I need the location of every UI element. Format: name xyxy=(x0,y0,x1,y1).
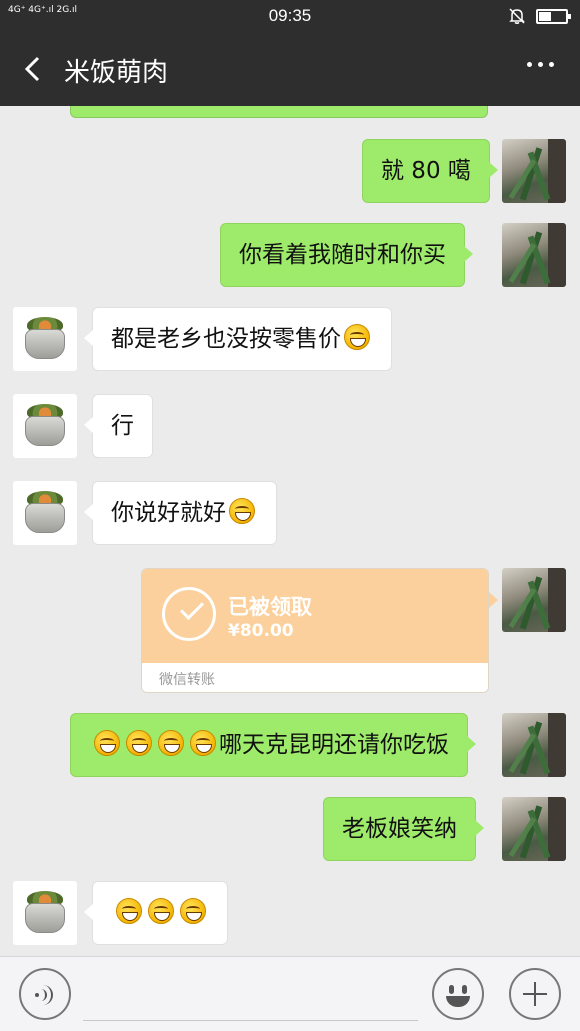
contact-avatar[interactable] xyxy=(13,881,77,945)
partial-message-bubble xyxy=(70,106,488,118)
status-time: 09:35 xyxy=(268,6,312,25)
message-text: 都是老乡也没按零售价 xyxy=(111,326,341,352)
chat-header: 米饭萌肉 xyxy=(0,32,580,106)
contact-avatar[interactable] xyxy=(13,394,77,458)
grin-emoji-icon xyxy=(190,730,216,756)
mute-bell-icon xyxy=(509,8,525,24)
transfer-amount: ¥80.00 xyxy=(228,621,294,641)
message-text: 你说好就好 xyxy=(111,500,226,526)
contact-avatar[interactable] xyxy=(13,481,77,545)
transfer-label: 微信转账 xyxy=(159,672,215,688)
voice-icon[interactable] xyxy=(19,968,71,1020)
grin-emoji-icon xyxy=(158,730,184,756)
grin-emoji-icon xyxy=(229,498,255,524)
message-text: 哪天克昆明还请你吃饭 xyxy=(219,732,449,758)
message-bubble-them[interactable]: 你说好就好 xyxy=(84,481,277,545)
message-input[interactable] xyxy=(83,973,418,1021)
bubble-tail xyxy=(489,592,498,608)
message-bubble-me[interactable]: 老板娘笑纳 xyxy=(323,797,484,861)
message-bubble-them[interactable]: 都是老乡也没按零售价 xyxy=(84,307,392,371)
grin-emoji-icon xyxy=(94,730,120,756)
more-dots-icon[interactable] xyxy=(527,62,554,67)
grin-emoji-icon xyxy=(344,324,370,350)
my-avatar[interactable] xyxy=(502,713,566,777)
message-bubble-me[interactable]: 你看着我随时和你买 xyxy=(220,223,473,287)
battery-icon xyxy=(536,8,571,24)
message-bubble-them[interactable]: 行 xyxy=(84,394,153,458)
my-avatar[interactable] xyxy=(502,568,566,632)
chat-title: 米饭萌肉 xyxy=(64,58,169,88)
my-avatar[interactable] xyxy=(502,223,566,287)
input-bar xyxy=(0,956,580,1031)
smiley-icon[interactable] xyxy=(432,968,484,1020)
grin-emoji-icon xyxy=(126,730,152,756)
contact-avatar[interactable] xyxy=(13,307,77,371)
status-bar: 4G⁺ 4G⁺.ıl 2G.ıl 09:35 xyxy=(0,0,580,32)
transfer-status: 已被领取 xyxy=(228,595,312,619)
plus-icon[interactable] xyxy=(509,968,561,1020)
chevron-left-icon[interactable] xyxy=(18,52,52,86)
check-circle-icon xyxy=(162,587,216,641)
my-avatar[interactable] xyxy=(502,797,566,861)
chat-area[interactable]: 就 80 噶 你看着我随时和你买 都是老乡也没按零售价 行 你说好就好 已被领取… xyxy=(0,106,580,956)
transfer-card[interactable]: 已被领取 ¥80.00 微信转账 xyxy=(141,568,489,693)
message-bubble-them[interactable] xyxy=(84,881,228,945)
my-avatar[interactable] xyxy=(502,139,566,203)
grin-emoji-icon xyxy=(116,898,142,924)
message-bubble-me[interactable]: 就 80 噶 xyxy=(362,139,498,203)
grin-emoji-icon xyxy=(148,898,174,924)
grin-emoji-icon xyxy=(180,898,206,924)
message-bubble-me[interactable]: 哪天克昆明还请你吃饭 xyxy=(70,713,476,777)
